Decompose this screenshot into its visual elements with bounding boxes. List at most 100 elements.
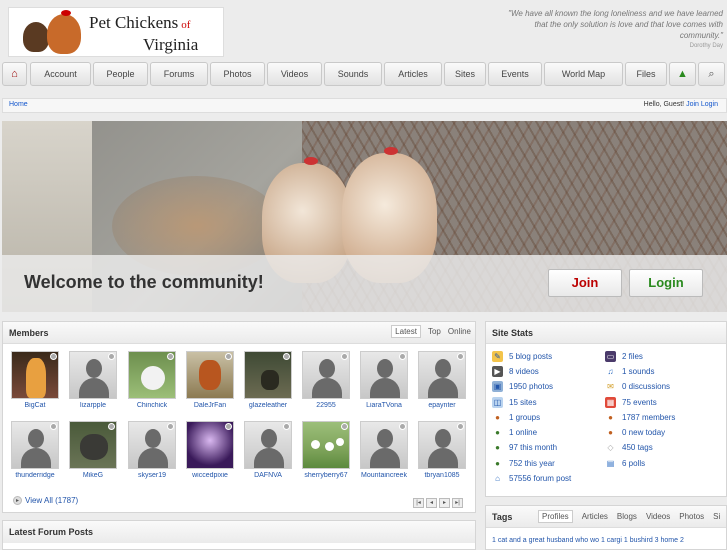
member-name[interactable]: tbryan1085 [418, 472, 466, 479]
nav-events[interactable]: Events [488, 62, 542, 86]
join-link[interactable]: Join [686, 101, 699, 108]
member-card[interactable]: LiaraTVona [360, 351, 408, 409]
member-card[interactable]: BigCat [11, 351, 59, 409]
home-icon[interactable]: ⌂ [2, 62, 27, 86]
member-card[interactable]: glazeleather [244, 351, 292, 409]
tag-cloud[interactable]: 1 cat and a great husband who wo 1 cargi… [492, 537, 684, 544]
view-all-label[interactable]: View All (1787) [25, 496, 78, 505]
member-avatar[interactable] [302, 421, 350, 469]
stat-videos[interactable]: ▶ 8 videos [492, 366, 539, 377]
nav-files[interactable]: Files [625, 62, 667, 86]
member-card[interactable]: 22955 [302, 351, 350, 409]
stat-online[interactable]: ● 1 online [495, 428, 537, 437]
member-name[interactable]: Mountaincreek [360, 472, 408, 479]
nav-videos[interactable]: Videos [267, 62, 322, 86]
member-avatar[interactable] [186, 351, 234, 399]
last-page-icon[interactable]: ▸| [452, 498, 463, 508]
breadcrumb-home[interactable]: Home [9, 101, 28, 108]
stat-forum-posts[interactable]: ⌂ 57556 forum post [495, 474, 571, 483]
member-avatar[interactable] [11, 351, 59, 399]
prev-page-icon[interactable]: ◂ [426, 498, 437, 508]
stat-events[interactable]: ▦ 75 events [605, 397, 657, 408]
member-name[interactable]: skyser19 [128, 472, 176, 479]
member-card[interactable]: sherryberry67 [302, 421, 350, 479]
member-avatar[interactable] [11, 421, 59, 469]
tab-articles[interactable]: Articles [582, 512, 608, 521]
member-avatar[interactable] [418, 421, 466, 469]
member-name[interactable]: 22955 [302, 402, 350, 409]
tab-top[interactable]: Top [428, 327, 441, 336]
tab-photos[interactable]: Photos [679, 512, 704, 521]
member-avatar[interactable] [69, 351, 117, 399]
login-button[interactable]: Login [629, 269, 703, 297]
next-page-icon[interactable]: ▸ [439, 498, 450, 508]
nav-photos[interactable]: Photos [210, 62, 265, 86]
member-name[interactable]: BigCat [11, 402, 59, 409]
nav-sounds[interactable]: Sounds [324, 62, 382, 86]
member-avatar[interactable] [69, 421, 117, 469]
stat-new-today[interactable]: ● 0 new today [608, 428, 665, 437]
member-name[interactable]: epaynter [418, 402, 466, 409]
tab-profiles[interactable]: Profiles [538, 510, 573, 523]
stat-files[interactable]: ▭ 2 files [605, 351, 643, 362]
member-avatar[interactable] [244, 351, 292, 399]
tab-sites[interactable]: Si [713, 512, 720, 521]
member-name[interactable]: glazeleather [244, 402, 292, 409]
member-avatar[interactable] [128, 421, 176, 469]
stat-this-year[interactable]: ● 752 this year [495, 459, 555, 468]
first-page-icon[interactable]: |◂ [413, 498, 424, 508]
member-name[interactable]: Chinchick [128, 402, 176, 409]
member-name[interactable]: MikeG [69, 472, 117, 479]
stat-this-month[interactable]: ● 97 this month [495, 443, 557, 452]
stat-groups[interactable]: ● 1 groups [495, 413, 540, 422]
stat-tags[interactable]: ◇ 450 tags [607, 443, 652, 452]
member-card[interactable]: wiccedpixie [186, 421, 234, 479]
member-card[interactable]: tbryan1085 [418, 421, 466, 479]
stat-blog-posts[interactable]: ✎ 5 blog posts [492, 351, 552, 362]
login-link[interactable]: Login [701, 101, 718, 108]
tab-latest[interactable]: Latest [391, 325, 421, 338]
member-card[interactable]: Chinchick [128, 351, 176, 409]
member-avatar[interactable] [244, 421, 292, 469]
stat-photos[interactable]: ▣ 1950 photos [492, 381, 553, 392]
stat-sounds[interactable]: ♫ 1 sounds [608, 367, 655, 376]
member-name[interactable]: lizarpple [69, 402, 117, 409]
nav-sites[interactable]: Sites [444, 62, 486, 86]
site-logo[interactable]: Pet Chickens of Virginia [8, 7, 224, 57]
member-name[interactable]: DAFNVA [244, 472, 292, 479]
member-avatar[interactable] [360, 421, 408, 469]
member-name[interactable]: DaleJrFan [186, 402, 234, 409]
member-name[interactable]: thunderridge [11, 472, 59, 479]
member-name[interactable]: LiaraTVona [360, 402, 408, 409]
member-avatar[interactable] [418, 351, 466, 399]
member-card[interactable]: DAFNVA [244, 421, 292, 479]
member-name[interactable]: wiccedpixie [186, 472, 234, 479]
nav-forums[interactable]: Forums [150, 62, 208, 86]
search-icon[interactable]: ⌕ [698, 62, 725, 86]
member-card[interactable]: lizarpple [69, 351, 117, 409]
member-card[interactable]: skyser19 [128, 421, 176, 479]
tab-videos[interactable]: Videos [646, 512, 670, 521]
stat-sites[interactable]: ◫ 15 sites [492, 397, 537, 408]
stat-discussions[interactable]: ✉ 0 discussions [607, 382, 670, 391]
member-card[interactable]: DaleJrFan [186, 351, 234, 409]
join-button[interactable]: Join [548, 269, 622, 297]
member-avatar[interactable] [186, 421, 234, 469]
member-avatar[interactable] [128, 351, 176, 399]
nav-world-map[interactable]: World Map [544, 62, 623, 86]
member-card[interactable]: epaynter [418, 351, 466, 409]
view-all-members[interactable]: ▸ View All (1787) [13, 496, 78, 506]
tab-online[interactable]: Online [448, 327, 471, 336]
nav-people[interactable]: People [93, 62, 148, 86]
nav-articles[interactable]: Articles [384, 62, 442, 86]
nav-account[interactable]: Account [30, 62, 91, 86]
member-avatar[interactable] [302, 351, 350, 399]
stat-members[interactable]: ● 1787 members [608, 413, 675, 422]
upload-icon[interactable]: ▲ [669, 62, 696, 86]
member-avatar[interactable] [360, 351, 408, 399]
stat-polls[interactable]: ▤ 6 polls [607, 459, 645, 468]
member-card[interactable]: MikeG [69, 421, 117, 479]
tab-blogs[interactable]: Blogs [617, 512, 637, 521]
member-card[interactable]: Mountaincreek [360, 421, 408, 479]
member-card[interactable]: thunderridge [11, 421, 59, 479]
